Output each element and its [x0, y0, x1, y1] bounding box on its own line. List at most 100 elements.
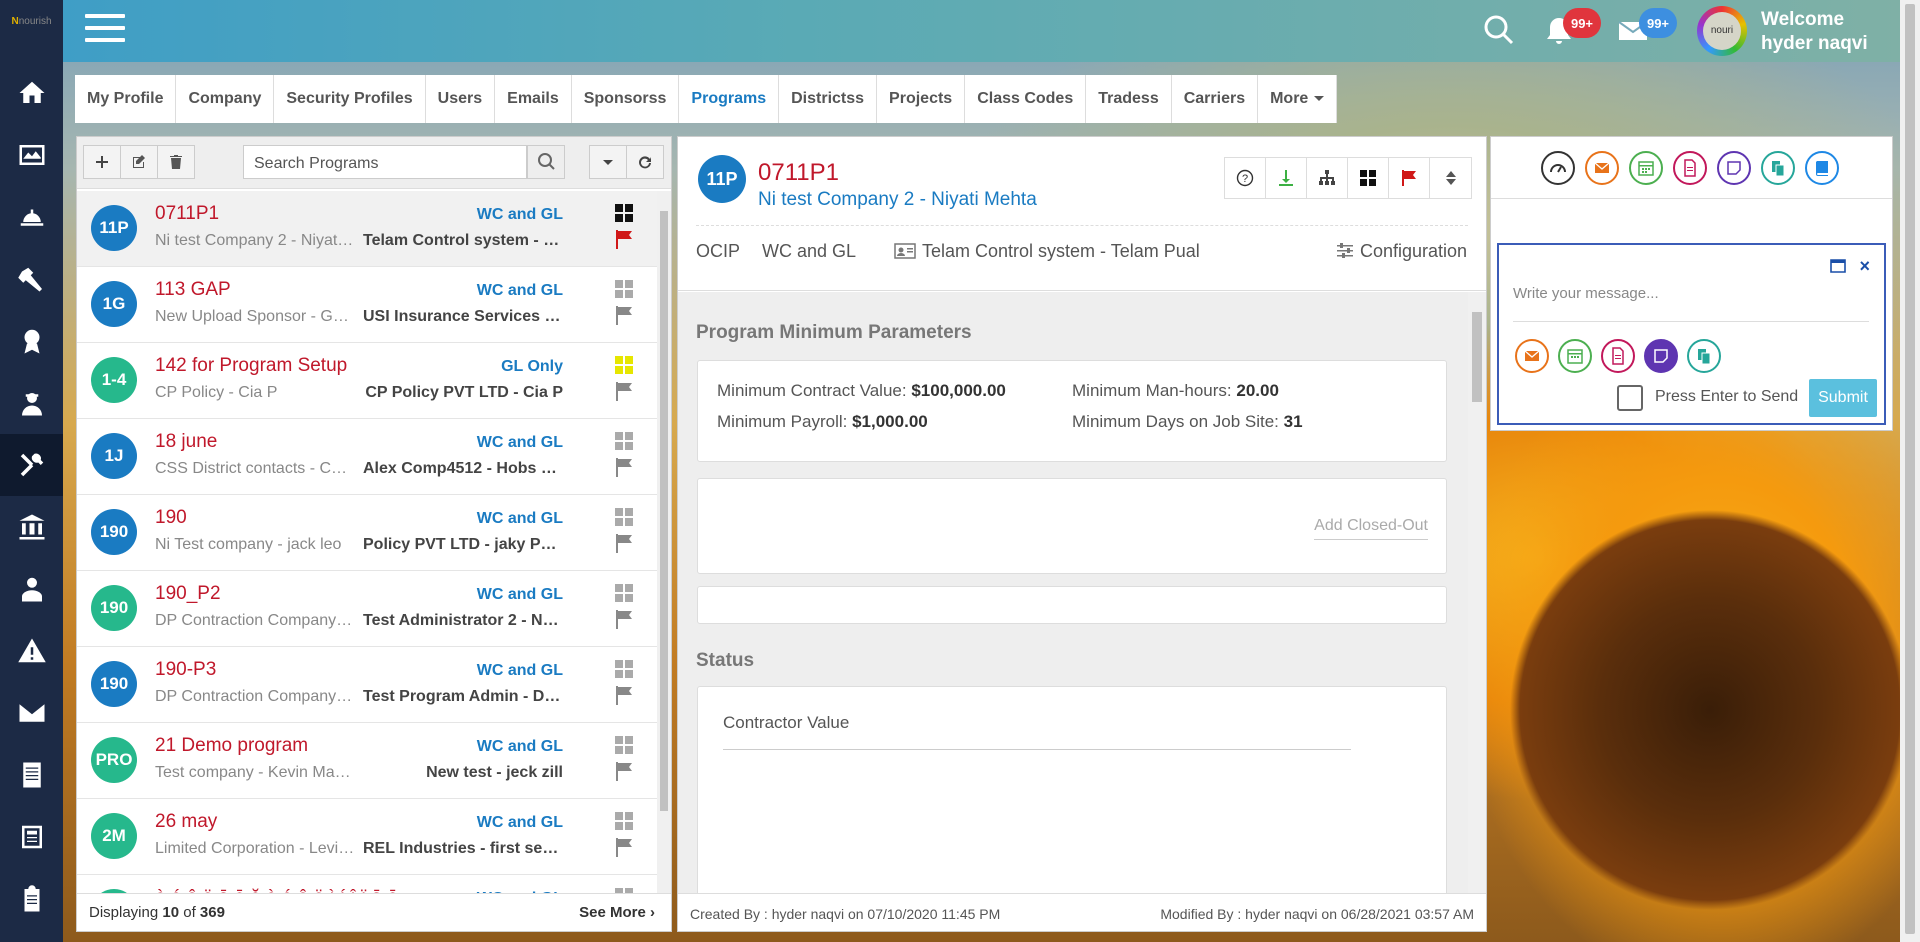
- download-icon[interactable]: [1266, 158, 1307, 198]
- min-days-label: Minimum Days on Job Site:: [1072, 412, 1279, 431]
- email-icon[interactable]: [1515, 339, 1549, 373]
- tab-more[interactable]: More: [1258, 75, 1338, 123]
- list-item[interactable]: 2M 26 may Limited Corporation - Levi Lee WC…: [77, 799, 657, 875]
- add-icon[interactable]: [83, 145, 121, 179]
- home-icon[interactable]: [0, 62, 63, 124]
- list-scrollbar[interactable]: [657, 191, 671, 895]
- flag-icon[interactable]: [615, 229, 633, 249]
- list-item[interactable]: è é ê ë ā ē ӗ è é ê ë ì í î ï ā ēWC and …: [77, 875, 657, 895]
- hammer-icon[interactable]: [0, 248, 63, 310]
- tab-carriers[interactable]: Carriers: [1172, 75, 1259, 123]
- page-scrollbar[interactable]: [1900, 0, 1920, 942]
- list-item[interactable]: 1J 18 june CSS District contacts - Contact…: [77, 419, 657, 495]
- tab-users[interactable]: Users: [426, 75, 496, 123]
- worker-icon[interactable]: [0, 372, 63, 434]
- tools-icon[interactable]: [0, 434, 63, 496]
- close-icon[interactable]: ×: [1859, 257, 1870, 275]
- see-more-link[interactable]: See More ›: [579, 904, 655, 921]
- flag-icon[interactable]: [615, 381, 633, 401]
- welcome-text[interactable]: Welcome hyder naqvi: [1761, 8, 1868, 56]
- flag-icon[interactable]: [615, 761, 633, 781]
- calendar-icon[interactable]: [1629, 151, 1663, 185]
- list-item[interactable]: 1-4 142 for Program Setup CP Policy - Cia …: [77, 343, 657, 419]
- tab-districts[interactable]: Districtss: [779, 75, 878, 123]
- report-icon[interactable]: [0, 806, 63, 868]
- help-icon[interactable]: ?: [1225, 158, 1266, 198]
- document-icon[interactable]: [1601, 339, 1635, 373]
- warning-icon[interactable]: [0, 620, 63, 682]
- award-icon[interactable]: [0, 310, 63, 372]
- search-icon[interactable]: [527, 145, 565, 179]
- avatar[interactable]: nouri: [1697, 6, 1747, 56]
- flag-icon[interactable]: [615, 609, 633, 629]
- edit-icon[interactable]: [120, 145, 158, 179]
- menu-toggle-icon[interactable]: [85, 14, 125, 46]
- grid-icon[interactable]: [615, 356, 633, 374]
- list-item[interactable]: 190 190-P3 DP Contraction Company - Dan WC …: [77, 647, 657, 723]
- grid-icon[interactable]: [615, 812, 633, 830]
- list-item[interactable]: 1G 113 GAP New Upload Sponsor - Genesis WC …: [77, 267, 657, 343]
- tab-class-codes[interactable]: Class Codes: [965, 75, 1087, 123]
- hierarchy-icon[interactable]: [1307, 158, 1348, 198]
- app-logo[interactable]: Nnourish: [0, 0, 63, 42]
- refresh-icon[interactable]: [626, 145, 664, 179]
- maximize-icon[interactable]: [1830, 259, 1846, 273]
- flag-icon[interactable]: [615, 533, 633, 553]
- book-icon[interactable]: [1805, 151, 1839, 185]
- list-item[interactable]: PRO 21 Demo program Test company - Kevin M…: [77, 723, 657, 799]
- note-icon[interactable]: [1717, 151, 1751, 185]
- tab-sponsors[interactable]: Sponsorss: [572, 75, 680, 123]
- params-card: Minimum Contract Value: $100,000.00 Mini…: [697, 360, 1447, 462]
- detail-scrollbar[interactable]: [1468, 292, 1486, 894]
- grid-icon[interactable]: [615, 508, 633, 526]
- copy-icon[interactable]: [1687, 339, 1721, 373]
- flag-icon[interactable]: [615, 457, 633, 477]
- helmet-icon[interactable]: [0, 186, 63, 248]
- grid-icon[interactable]: [615, 204, 633, 222]
- list-item[interactable]: 190 190_P2 DP Contraction Company - Dan WC …: [77, 571, 657, 647]
- tab-company[interactable]: Company: [176, 75, 275, 123]
- flag-icon[interactable]: [615, 305, 633, 325]
- tab-trades[interactable]: Tradess: [1086, 75, 1172, 123]
- submit-button[interactable]: Submit: [1809, 379, 1877, 417]
- tab-emails[interactable]: Emails: [495, 75, 572, 123]
- list-item[interactable]: 190 190 Ni Test company - jack leo WC and G…: [77, 495, 657, 571]
- search-input[interactable]: Search Programs: [243, 145, 527, 179]
- copy-icon[interactable]: [1761, 151, 1795, 185]
- tab-programs[interactable]: Programs: [679, 75, 780, 123]
- message-input[interactable]: Write your message...: [1513, 285, 1659, 302]
- sort-icon[interactable]: [1430, 158, 1471, 198]
- grid-icon[interactable]: [615, 432, 633, 450]
- dashboard-gauge-icon[interactable]: [1541, 151, 1575, 185]
- email-icon[interactable]: [1585, 151, 1619, 185]
- tab-security-profiles[interactable]: Security Profiles: [274, 75, 426, 123]
- agent-icon[interactable]: [0, 558, 63, 620]
- document-icon[interactable]: [0, 744, 63, 806]
- program-coverage: WC and GL: [476, 434, 563, 451]
- dashboard-icon[interactable]: [0, 124, 63, 186]
- flag-icon[interactable]: [615, 685, 633, 705]
- mail-icon[interactable]: [0, 682, 63, 744]
- grid-icon[interactable]: [615, 736, 633, 754]
- delete-icon[interactable]: [157, 145, 195, 179]
- clipboard-icon[interactable]: [0, 868, 63, 930]
- tab-projects[interactable]: Projects: [877, 75, 966, 123]
- calendar-icon[interactable]: [1558, 339, 1592, 373]
- search-icon[interactable]: [1481, 12, 1517, 48]
- press-enter-checkbox[interactable]: [1617, 385, 1643, 411]
- program-company-link[interactable]: Ni test Company 2 - Niyati Mehta: [758, 189, 1037, 211]
- list-item[interactable]: 11P 0711P1 Ni test Company 2 - Niyati Meht…: [77, 191, 657, 267]
- grid-icon[interactable]: [615, 280, 633, 298]
- tab-my-profile[interactable]: My Profile: [75, 75, 177, 123]
- grid-icon[interactable]: [615, 584, 633, 602]
- flag-icon[interactable]: [1389, 158, 1430, 198]
- configuration-button[interactable]: Configuration: [1336, 241, 1467, 262]
- grid-icon[interactable]: [615, 660, 633, 678]
- bank-icon[interactable]: [0, 496, 63, 558]
- flag-icon[interactable]: [615, 837, 633, 857]
- filter-dropdown-icon[interactable]: [589, 145, 627, 179]
- grid-icon[interactable]: [1348, 158, 1389, 198]
- add-closed-out-button[interactable]: Add Closed-Out: [1314, 517, 1428, 540]
- note-icon[interactable]: [1644, 339, 1678, 373]
- document-icon[interactable]: [1673, 151, 1707, 185]
